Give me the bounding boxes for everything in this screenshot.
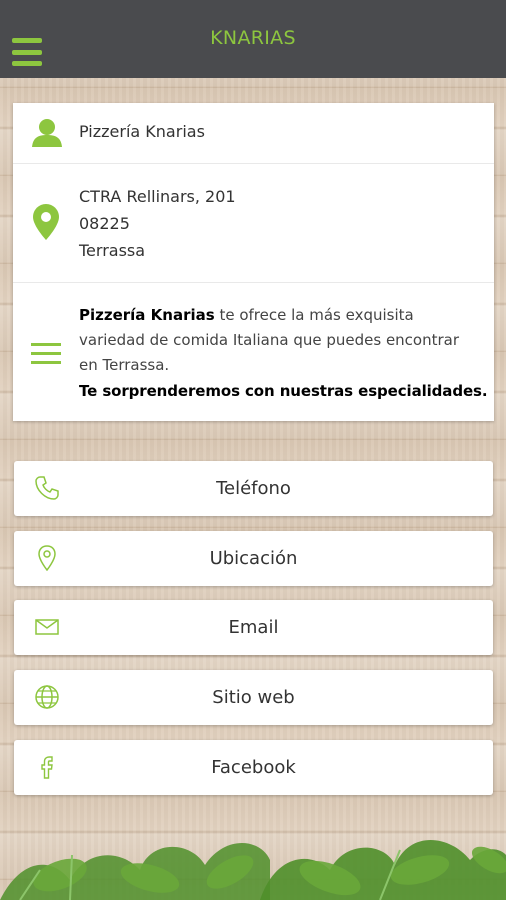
description-bold-name: Pizzería Knarias	[79, 306, 215, 324]
facebook-button[interactable]: Facebook	[14, 740, 493, 795]
lines-icon	[31, 343, 61, 364]
globe-icon	[35, 685, 59, 709]
phone-icon	[35, 476, 59, 500]
facebook-icon	[41, 756, 53, 779]
person-icon	[32, 119, 62, 147]
phone-button[interactable]: Teléfono	[14, 461, 493, 516]
info-card: Pizzería Knarias CTRA Rellinars, 201 082…	[13, 103, 494, 421]
email-button[interactable]: Email	[14, 600, 493, 655]
location-icon	[38, 545, 56, 571]
phone-label: Teléfono	[216, 478, 291, 499]
app-title: KNARIAS	[210, 27, 296, 49]
mail-icon	[35, 619, 59, 635]
location-label: Ubicación	[209, 548, 298, 569]
map-pin-icon	[33, 204, 59, 240]
menu-icon[interactable]	[12, 38, 42, 66]
location-button[interactable]: Ubicación	[14, 531, 493, 586]
address-postal-code: 08225	[79, 214, 130, 233]
description-tagline: Te sorprenderemos con nuestras especiali…	[79, 382, 488, 400]
facebook-label: Facebook	[211, 757, 296, 778]
description-text: Pizzería Knarias te ofrece la más exquis…	[79, 303, 488, 404]
business-name: Pizzería Knarias	[79, 122, 205, 141]
address-city: Terrassa	[79, 241, 146, 260]
address-street: CTRA Rellinars, 201	[79, 187, 236, 206]
app-header: KNARIAS	[0, 0, 506, 78]
email-label: Email	[228, 617, 279, 638]
business-name-row: Pizzería Knarias	[13, 103, 494, 164]
website-button[interactable]: Sitio web	[14, 670, 493, 725]
address-row: CTRA Rellinars, 201 08225 Terrassa	[13, 164, 494, 283]
description-row: Pizzería Knarias te ofrece la más exquis…	[13, 283, 494, 421]
website-label: Sitio web	[212, 687, 295, 708]
